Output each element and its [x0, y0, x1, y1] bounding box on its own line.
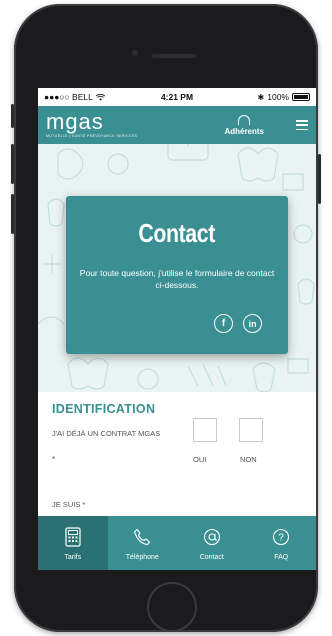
- tab-label-telephone: Téléphone: [125, 553, 159, 561]
- contact-title: Contact: [138, 218, 216, 248]
- mgas-logo[interactable]: mgas MUTUELLE | SANTÉ PRÉVOYANCE SERVICE…: [46, 109, 138, 139]
- battery-icon: [292, 93, 310, 101]
- contact-card: Contact Pour toute question, j'utilise l…: [66, 196, 288, 354]
- adherents-link[interactable]: Adhérents: [224, 114, 264, 136]
- section-title-identification: IDENTIFICATION: [52, 402, 156, 416]
- question-iam-label: JE SUIS *: [52, 500, 86, 509]
- phone-screen: ●●●○○ BELL 4:21 PM ✱ 100% mgas MUTUELLE …: [38, 88, 316, 570]
- app-header: mgas MUTUELLE | SANTÉ PRÉVOYANCE SERVICE…: [38, 106, 316, 144]
- bottom-tab-bar: Tarifs Téléphone Contact ? FAQ: [38, 516, 316, 570]
- adherents-icon: [238, 114, 251, 125]
- option-no-label: NON: [240, 455, 257, 464]
- front-camera: [132, 50, 138, 56]
- status-bar: ●●●○○ BELL 4:21 PM ✱ 100%: [38, 88, 316, 106]
- calculator-icon: [62, 526, 84, 548]
- logo-text: mgas: [46, 109, 104, 134]
- status-time: 4:21 PM: [160, 92, 194, 102]
- tab-label-faq: FAQ: [274, 553, 289, 561]
- facebook-icon[interactable]: f: [214, 314, 233, 333]
- mute-switch: [11, 104, 14, 128]
- question-contract-label: J'AI DÉJÀ UN CONTRAT MGAS: [52, 429, 161, 438]
- power-button: [318, 154, 321, 204]
- tab-label-tarifs: Tarifs: [64, 553, 82, 561]
- adherents-label: Adhérents: [224, 126, 264, 136]
- home-button[interactable]: [147, 582, 197, 632]
- question-icon: ?: [270, 526, 292, 548]
- social-links: f in: [214, 314, 262, 333]
- checkbox-no[interactable]: [239, 418, 263, 442]
- required-mark: *: [52, 455, 56, 464]
- volume-down-button: [11, 194, 14, 234]
- tab-contact[interactable]: Contact: [177, 516, 247, 570]
- logo-tagline: MUTUELLE | SANTÉ PRÉVOYANCE SERVICES: [46, 134, 138, 138]
- tab-faq[interactable]: ? FAQ: [247, 516, 317, 570]
- earpiece-speaker: [152, 54, 196, 58]
- identification-form: IDENTIFICATION J'AI DÉJÀ UN CONTRAT MGAS…: [38, 392, 316, 516]
- contact-description: Pour toute question, j'utilise le formul…: [79, 268, 275, 290]
- phone-icon: [131, 526, 153, 548]
- checkbox-yes[interactable]: [193, 418, 217, 442]
- contact-hero: Contact Pour toute question, j'utilise l…: [38, 144, 316, 392]
- tab-label-contact: Contact: [199, 553, 224, 561]
- svg-text:?: ?: [278, 532, 284, 543]
- linkedin-icon[interactable]: in: [243, 314, 262, 333]
- at-icon: [201, 526, 223, 548]
- option-yes-label: OUI: [193, 455, 207, 464]
- tab-tarifs[interactable]: Tarifs: [38, 516, 108, 570]
- menu-icon[interactable]: [296, 120, 308, 130]
- volume-up-button: [11, 144, 14, 184]
- tab-telephone[interactable]: Téléphone: [108, 516, 178, 570]
